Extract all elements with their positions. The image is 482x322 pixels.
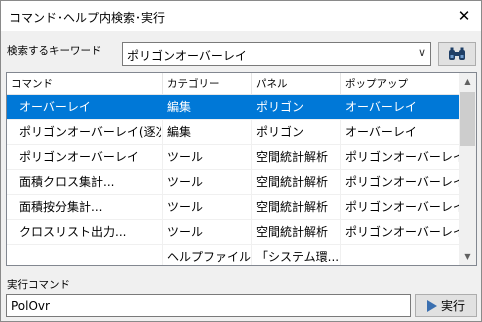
scroll-up-icon[interactable]: ▲	[459, 73, 476, 90]
cell-panel: 空間統計解析	[256, 200, 329, 214]
keyword-label: 検索するキーワード	[7, 45, 102, 57]
cell-popup: オーバーレイ	[345, 100, 417, 114]
cell-category: ツール	[167, 200, 204, 214]
cell-category: ヘルプファイル	[167, 250, 251, 264]
table-row[interactable]: 面積クロス集計... ツール 空間統計解析 ポリゴンオーバーレイ	[7, 170, 460, 195]
column-header-command[interactable]: コマンド	[7, 73, 163, 95]
cell-popup: ポリゴンオーバーレイ	[345, 225, 460, 239]
binoculars-icon	[449, 47, 465, 60]
vertical-scrollbar[interactable]: ▲ ▼	[459, 73, 476, 265]
cell-popup: ポリゴンオーバーレイ	[345, 175, 460, 189]
window-title: コマンド･ヘルプ内検索･実行	[9, 11, 166, 25]
cell-panel: 空間統計解析	[256, 150, 329, 164]
cell-command: クロスリスト出力...	[19, 225, 127, 239]
scroll-down-icon[interactable]: ▼	[459, 248, 476, 265]
cell-panel: ポリゴン	[256, 125, 305, 139]
table-row[interactable]: オーバーレイ 編集 ポリゴン オーバーレイ	[7, 95, 460, 120]
list-header: コマンド カテゴリー パネル ポップアップ	[7, 73, 460, 95]
search-button[interactable]	[438, 42, 476, 66]
cell-command: ポリゴンオーバーレイ	[19, 150, 139, 164]
cell-command: オーバーレイ	[19, 100, 91, 114]
column-header-category[interactable]: カテゴリー	[163, 73, 252, 95]
command-input[interactable]	[6, 294, 411, 317]
cell-category: 編集	[167, 125, 192, 139]
cell-panel: ポリゴン	[256, 100, 305, 114]
cell-panel: 空間統計解析	[256, 175, 329, 189]
play-icon	[426, 299, 437, 312]
cell-panel: 「システム環...	[256, 250, 340, 264]
cell-popup: ポリゴンオーバーレイ	[345, 200, 460, 214]
column-header-panel[interactable]: パネル	[252, 73, 341, 95]
table-row[interactable]: クロスリスト出力... ツール 空間統計解析 ポリゴンオーバーレイ	[7, 220, 460, 245]
cell-command: ポリゴンオーバーレイ(逐次...	[19, 125, 161, 139]
cell-panel: 空間統計解析	[256, 225, 329, 239]
cell-command: 面積按分集計...	[19, 200, 103, 214]
run-button[interactable]: 実行	[415, 294, 477, 317]
execute-command-label: 実行コマンド	[7, 279, 70, 291]
cell-category: ツール	[167, 225, 204, 239]
table-row[interactable]: ポリゴンオーバーレイ ツール 空間統計解析 ポリゴンオーバーレイ	[7, 145, 460, 170]
close-button[interactable]: ✕	[447, 1, 481, 31]
cell-command: 面積クロス集計...	[19, 175, 115, 189]
title-bar: コマンド･ヘルプ内検索･実行 ✕	[1, 1, 481, 31]
scrollbar-thumb[interactable]	[460, 92, 475, 146]
command-list[interactable]: コマンド カテゴリー パネル ポップアップ オーバーレイ 編集 ポリゴン オーバ…	[6, 72, 477, 266]
table-row[interactable]: ヘルプファイル 「システム環...	[7, 245, 460, 265]
cell-popup: ポリゴンオーバーレイ	[345, 150, 460, 164]
cell-category: ツール	[167, 175, 204, 189]
column-header-popup[interactable]: ポップアップ	[341, 73, 460, 95]
close-icon: ✕	[457, 7, 471, 25]
table-row[interactable]: ポリゴンオーバーレイ(逐次... 編集 ポリゴン オーバーレイ	[7, 120, 460, 145]
keyword-value: ポリゴンオーバーレイ	[127, 49, 247, 63]
dialog-window: コマンド･ヘルプ内検索･実行 ✕ 検索するキーワード ポリゴンオーバーレイ ∨ …	[0, 0, 482, 322]
cell-category: 編集	[167, 100, 192, 114]
cell-category: ツール	[167, 150, 204, 164]
keyword-combobox[interactable]: ポリゴンオーバーレイ ∨	[122, 42, 431, 66]
run-button-label: 実行	[440, 299, 465, 313]
cell-command	[15, 245, 161, 265]
chevron-down-icon[interactable]: ∨	[418, 46, 426, 59]
table-row[interactable]: 面積按分集計... ツール 空間統計解析 ポリゴンオーバーレイ	[7, 195, 460, 220]
cell-popup	[341, 245, 460, 265]
cell-popup: オーバーレイ	[345, 125, 417, 139]
